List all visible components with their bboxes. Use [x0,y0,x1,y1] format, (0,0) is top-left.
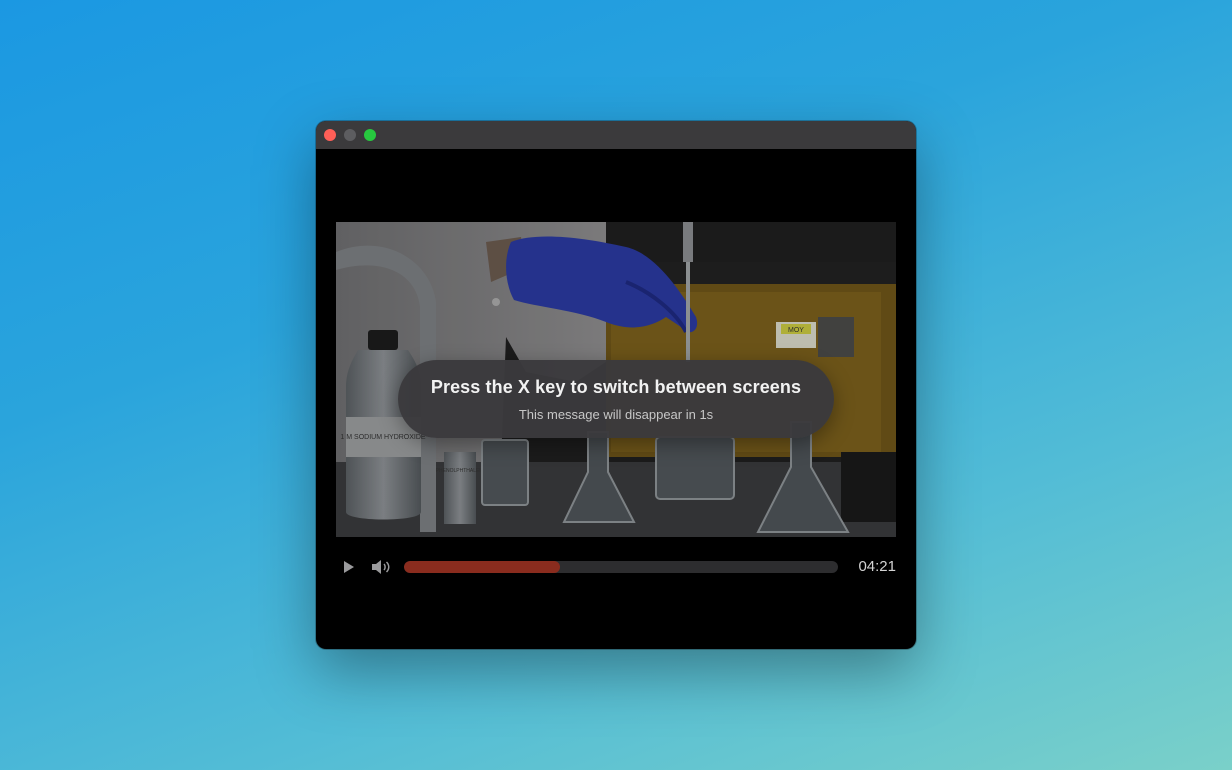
minimize-window-button[interactable] [344,129,356,141]
title-bar[interactable] [316,121,916,149]
video-player-window: MOY 1 M SODIUM HYDROXIDE PHENOLPHTHALEIN… [316,121,916,649]
close-window-button[interactable] [324,129,336,141]
hint-countdown: This message will disappear in 1s [518,407,714,422]
time-display: 04:21 [858,558,896,575]
playback-controls: 04:21 [316,551,916,581]
zoom-window-button[interactable] [364,129,376,141]
play-icon [344,561,354,573]
progress-fill [404,561,561,573]
volume-button[interactable] [370,558,392,576]
play-button[interactable] [342,559,356,575]
hint-title: Press the X key to switch between screen… [430,377,802,397]
screen-switch-hint: Press the X key to switch between screen… [398,360,834,438]
volume-icon [372,560,390,574]
progress-bar[interactable] [404,561,838,573]
